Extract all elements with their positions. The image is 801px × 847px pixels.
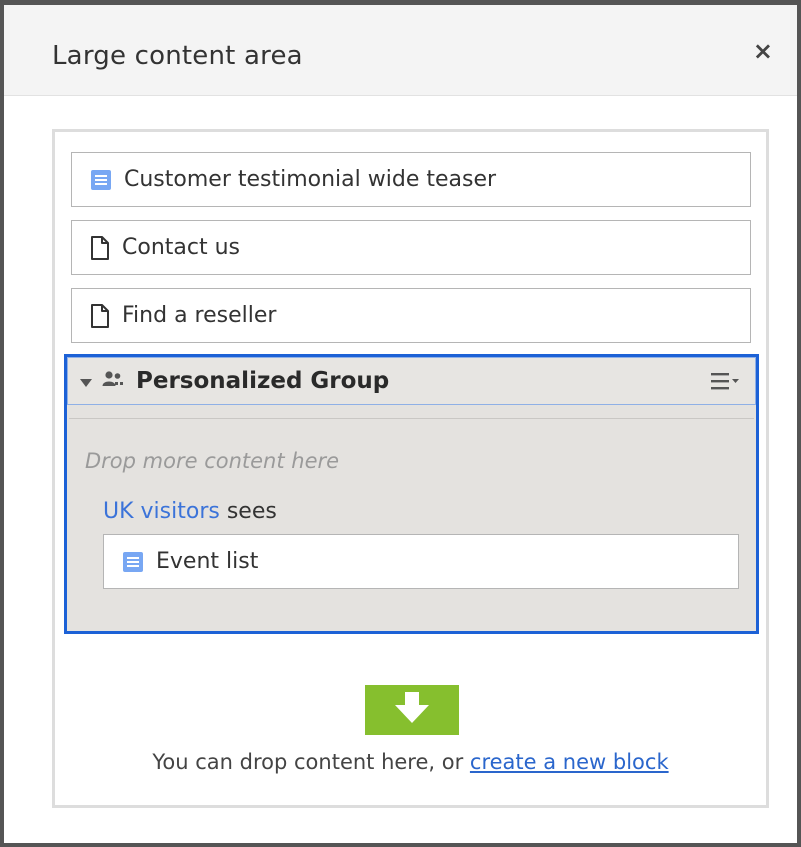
block-icon — [122, 551, 144, 573]
personalized-group[interactable]: Personalized Group Drop more content her… — [64, 354, 759, 634]
visitor-group-icon — [102, 370, 126, 392]
drop-instructions-text: You can drop content here, or — [152, 750, 470, 774]
context-menu-icon[interactable] — [711, 371, 741, 395]
block-icon — [90, 169, 112, 191]
dialog-header: Large content area × — [4, 5, 797, 96]
content-area[interactable]: Customer testimonial wide teaser Contact… — [52, 129, 769, 808]
group-divider — [69, 418, 754, 419]
dialog-title: Large content area — [52, 41, 303, 71]
block-label: Contact us — [122, 235, 240, 260]
content-block-item[interactable]: Contact us — [71, 220, 751, 275]
page-icon — [90, 303, 110, 328]
collapse-caret-icon[interactable] — [80, 372, 92, 391]
content-area-dialog: Large content area × Customer testimonia… — [0, 0, 801, 847]
drop-zone[interactable] — [365, 685, 459, 735]
audience-link[interactable]: UK visitors — [103, 499, 220, 524]
content-block-item[interactable]: Customer testimonial wide teaser — [71, 152, 751, 207]
create-block-link[interactable]: create a new block — [470, 750, 669, 774]
drop-instructions: You can drop content here, or create a n… — [55, 750, 766, 774]
close-icon[interactable]: × — [753, 39, 773, 63]
drop-hint: Drop more content here — [85, 449, 340, 473]
block-label: Customer testimonial wide teaser — [124, 167, 497, 192]
content-block-item[interactable]: Find a reseller — [71, 288, 751, 343]
block-label: Event list — [156, 549, 259, 574]
audience-label: UK visitors sees — [103, 499, 277, 524]
block-label: Find a reseller — [122, 303, 277, 328]
audience-suffix: sees — [219, 499, 277, 524]
arrow-down-icon — [394, 692, 430, 728]
group-header[interactable]: Personalized Group — [67, 357, 756, 405]
group-title: Personalized Group — [136, 368, 390, 394]
page-icon — [90, 235, 110, 260]
group-content-block[interactable]: Event list — [103, 534, 739, 589]
